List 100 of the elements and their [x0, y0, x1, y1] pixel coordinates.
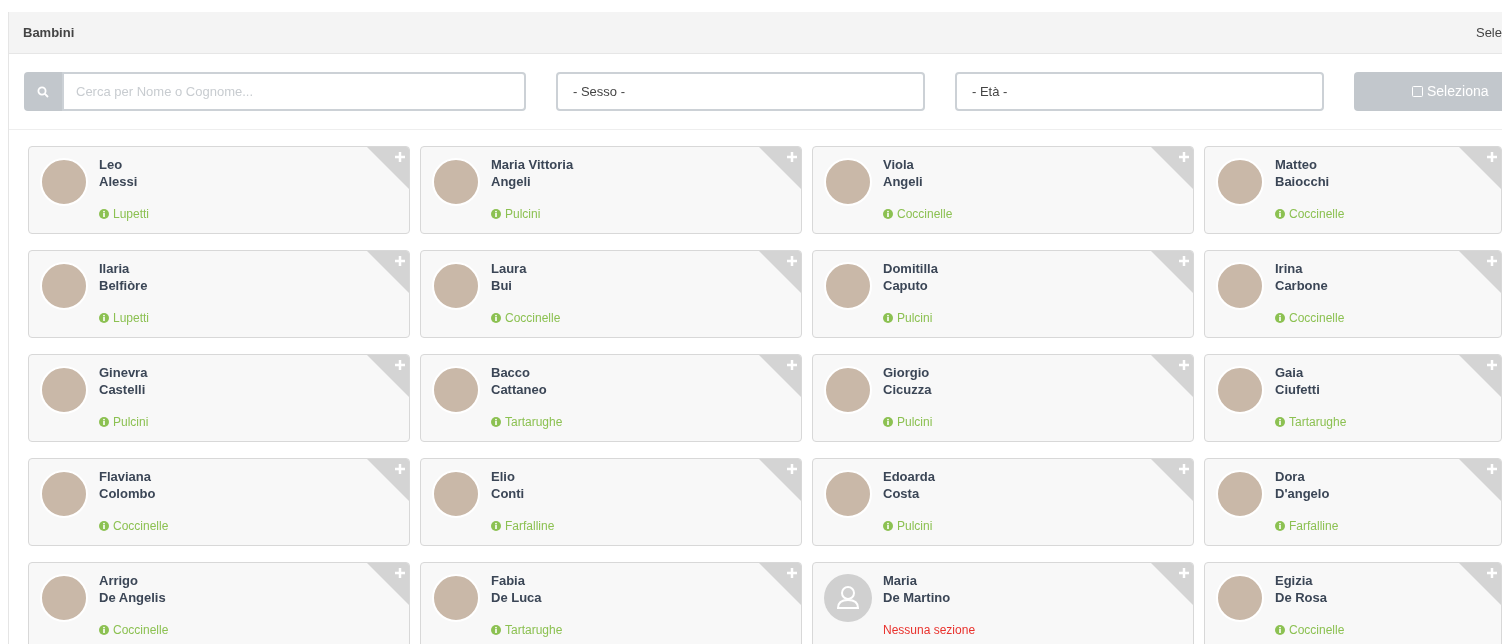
info-icon — [491, 417, 501, 427]
child-first-name: Arrigo — [99, 572, 139, 589]
child-first-name: Bacco — [491, 364, 532, 381]
plus-corner-icon[interactable] — [367, 563, 409, 605]
child-last-name: De Rosa — [1275, 589, 1329, 606]
info-icon — [1275, 625, 1285, 635]
child-card[interactable]: Viola Angeli Coccinelle — [812, 146, 1194, 234]
child-last-name: Colombo — [99, 485, 157, 502]
child-last-name: Cicuzza — [883, 381, 933, 398]
plus-corner-icon[interactable] — [1459, 251, 1501, 293]
plus-corner-icon[interactable] — [759, 459, 801, 501]
plus-corner-icon[interactable] — [1459, 355, 1501, 397]
plus-corner-icon[interactable] — [759, 251, 801, 293]
sex-dropdown[interactable]: - Sesso - — [556, 72, 925, 111]
child-card[interactable]: Ilaria Belfiòre Lupetti — [28, 250, 410, 338]
child-card[interactable]: Dora D'angelo Farfalline — [1204, 458, 1502, 546]
search-icon — [37, 85, 49, 98]
info-icon — [883, 417, 893, 427]
section-label: Farfalline — [505, 518, 555, 535]
info-icon — [1275, 313, 1285, 323]
section-label: Coccinelle — [113, 622, 169, 639]
child-card[interactable]: Edoarda Costa Pulcini — [812, 458, 1194, 546]
child-card[interactable]: Giorgio Cicuzza Pulcini — [812, 354, 1194, 442]
child-card[interactable]: Irina Carbone Coccinelle — [1204, 250, 1502, 338]
child-first-name: Gaia — [1275, 364, 1305, 381]
plus-corner-icon[interactable] — [759, 563, 801, 605]
child-last-name: Costa — [883, 485, 921, 502]
plus-corner-icon[interactable] — [367, 147, 409, 189]
plus-corner-icon[interactable] — [1151, 147, 1193, 189]
info-icon — [99, 521, 109, 531]
section-label: Pulcini — [897, 414, 933, 431]
checkbox-icon — [1412, 86, 1423, 97]
child-first-name: Viola — [883, 156, 915, 173]
plus-corner-icon[interactable] — [1151, 563, 1193, 605]
child-card[interactable]: Gaia Ciufetti Tartarughe — [1204, 354, 1502, 442]
section-label: Coccinelle — [1289, 622, 1345, 639]
section-label: Farfalline — [1289, 518, 1339, 535]
plus-corner-icon[interactable] — [759, 147, 801, 189]
section-label: Coccinelle — [897, 206, 953, 223]
info-icon — [99, 625, 109, 635]
child-card[interactable]: Elio Conti Farfalline — [420, 458, 802, 546]
info-icon — [883, 313, 893, 323]
child-last-name: De Luca — [491, 589, 543, 606]
child-last-name: Alessi — [99, 173, 139, 190]
plus-corner-icon[interactable] — [367, 251, 409, 293]
child-last-name: Caputo — [883, 277, 929, 294]
child-card[interactable]: Matteo Baiocchi Coccinelle — [1204, 146, 1502, 234]
child-first-name: Elio — [491, 468, 516, 485]
child-card[interactable]: Bacco Cattaneo Tartarughe — [420, 354, 802, 442]
child-last-name: De Angelis — [99, 589, 167, 606]
child-card[interactable]: Arrigo De Angelis Coccinelle — [28, 562, 410, 644]
child-last-name: Baiocchi — [1275, 173, 1331, 190]
section-label: Coccinelle — [505, 310, 561, 327]
child-card[interactable]: Domitilla Caputo Pulcini — [812, 250, 1194, 338]
age-dropdown[interactable]: - Età - — [955, 72, 1324, 111]
child-card[interactable]: Maria Vittoria Angeli Pulcini — [420, 146, 802, 234]
child-first-name: Fabia — [491, 572, 526, 589]
child-card[interactable]: Laura Bui Coccinelle — [420, 250, 802, 338]
child-card[interactable]: Fabia De Luca Tartarughe — [420, 562, 802, 644]
child-first-name: Matteo — [1275, 156, 1318, 173]
plus-corner-icon[interactable] — [759, 355, 801, 397]
child-first-name: Egizia — [1275, 572, 1314, 589]
section-label: Tartarughe — [1289, 414, 1347, 431]
info-icon — [99, 209, 109, 219]
info-icon — [883, 209, 893, 219]
plus-corner-icon[interactable] — [1151, 355, 1193, 397]
info-icon — [99, 417, 109, 427]
child-card[interactable]: Ginevra Castelli Pulcini — [28, 354, 410, 442]
child-last-name: Belfiòre — [99, 277, 149, 294]
child-first-name: Giorgio — [883, 364, 931, 381]
child-last-name: Conti — [491, 485, 526, 502]
info-icon — [1275, 417, 1285, 427]
plus-corner-icon[interactable] — [1151, 251, 1193, 293]
child-last-name: Angeli — [491, 173, 532, 190]
child-last-name: De Martino — [883, 589, 952, 606]
section-label: Coccinelle — [113, 518, 169, 535]
plus-corner-icon[interactable] — [1459, 147, 1501, 189]
child-card[interactable]: Leo Alessi Lupetti — [28, 146, 410, 234]
plus-corner-icon[interactable] — [1151, 459, 1193, 501]
info-icon — [491, 521, 501, 531]
section-label: Coccinelle — [1289, 206, 1345, 223]
section-label: Pulcini — [897, 518, 933, 535]
child-card[interactable]: Egizia De Rosa Coccinelle — [1204, 562, 1502, 644]
child-last-name: Angeli — [883, 173, 924, 190]
child-last-name: D'angelo — [1275, 485, 1331, 502]
child-card[interactable]: Flaviana Colombo Coccinelle — [28, 458, 410, 546]
child-first-name: Flaviana — [99, 468, 153, 485]
child-card[interactable]: Maria De Martino Nessuna sezione — [812, 562, 1194, 644]
child-last-name: Castelli — [99, 381, 147, 398]
plus-corner-icon[interactable] — [1459, 563, 1501, 605]
plus-corner-icon[interactable] — [367, 355, 409, 397]
plus-corner-icon[interactable] — [367, 459, 409, 501]
child-first-name: Maria — [883, 572, 918, 589]
plus-corner-icon[interactable] — [1459, 459, 1501, 501]
info-icon — [1275, 521, 1285, 531]
section-label: Pulcini — [897, 310, 933, 327]
section-label: Pulcini — [505, 206, 541, 223]
child-last-name: Cattaneo — [491, 381, 548, 398]
child-first-name: Irina — [1275, 260, 1304, 277]
child-first-name: Domitilla — [883, 260, 938, 277]
